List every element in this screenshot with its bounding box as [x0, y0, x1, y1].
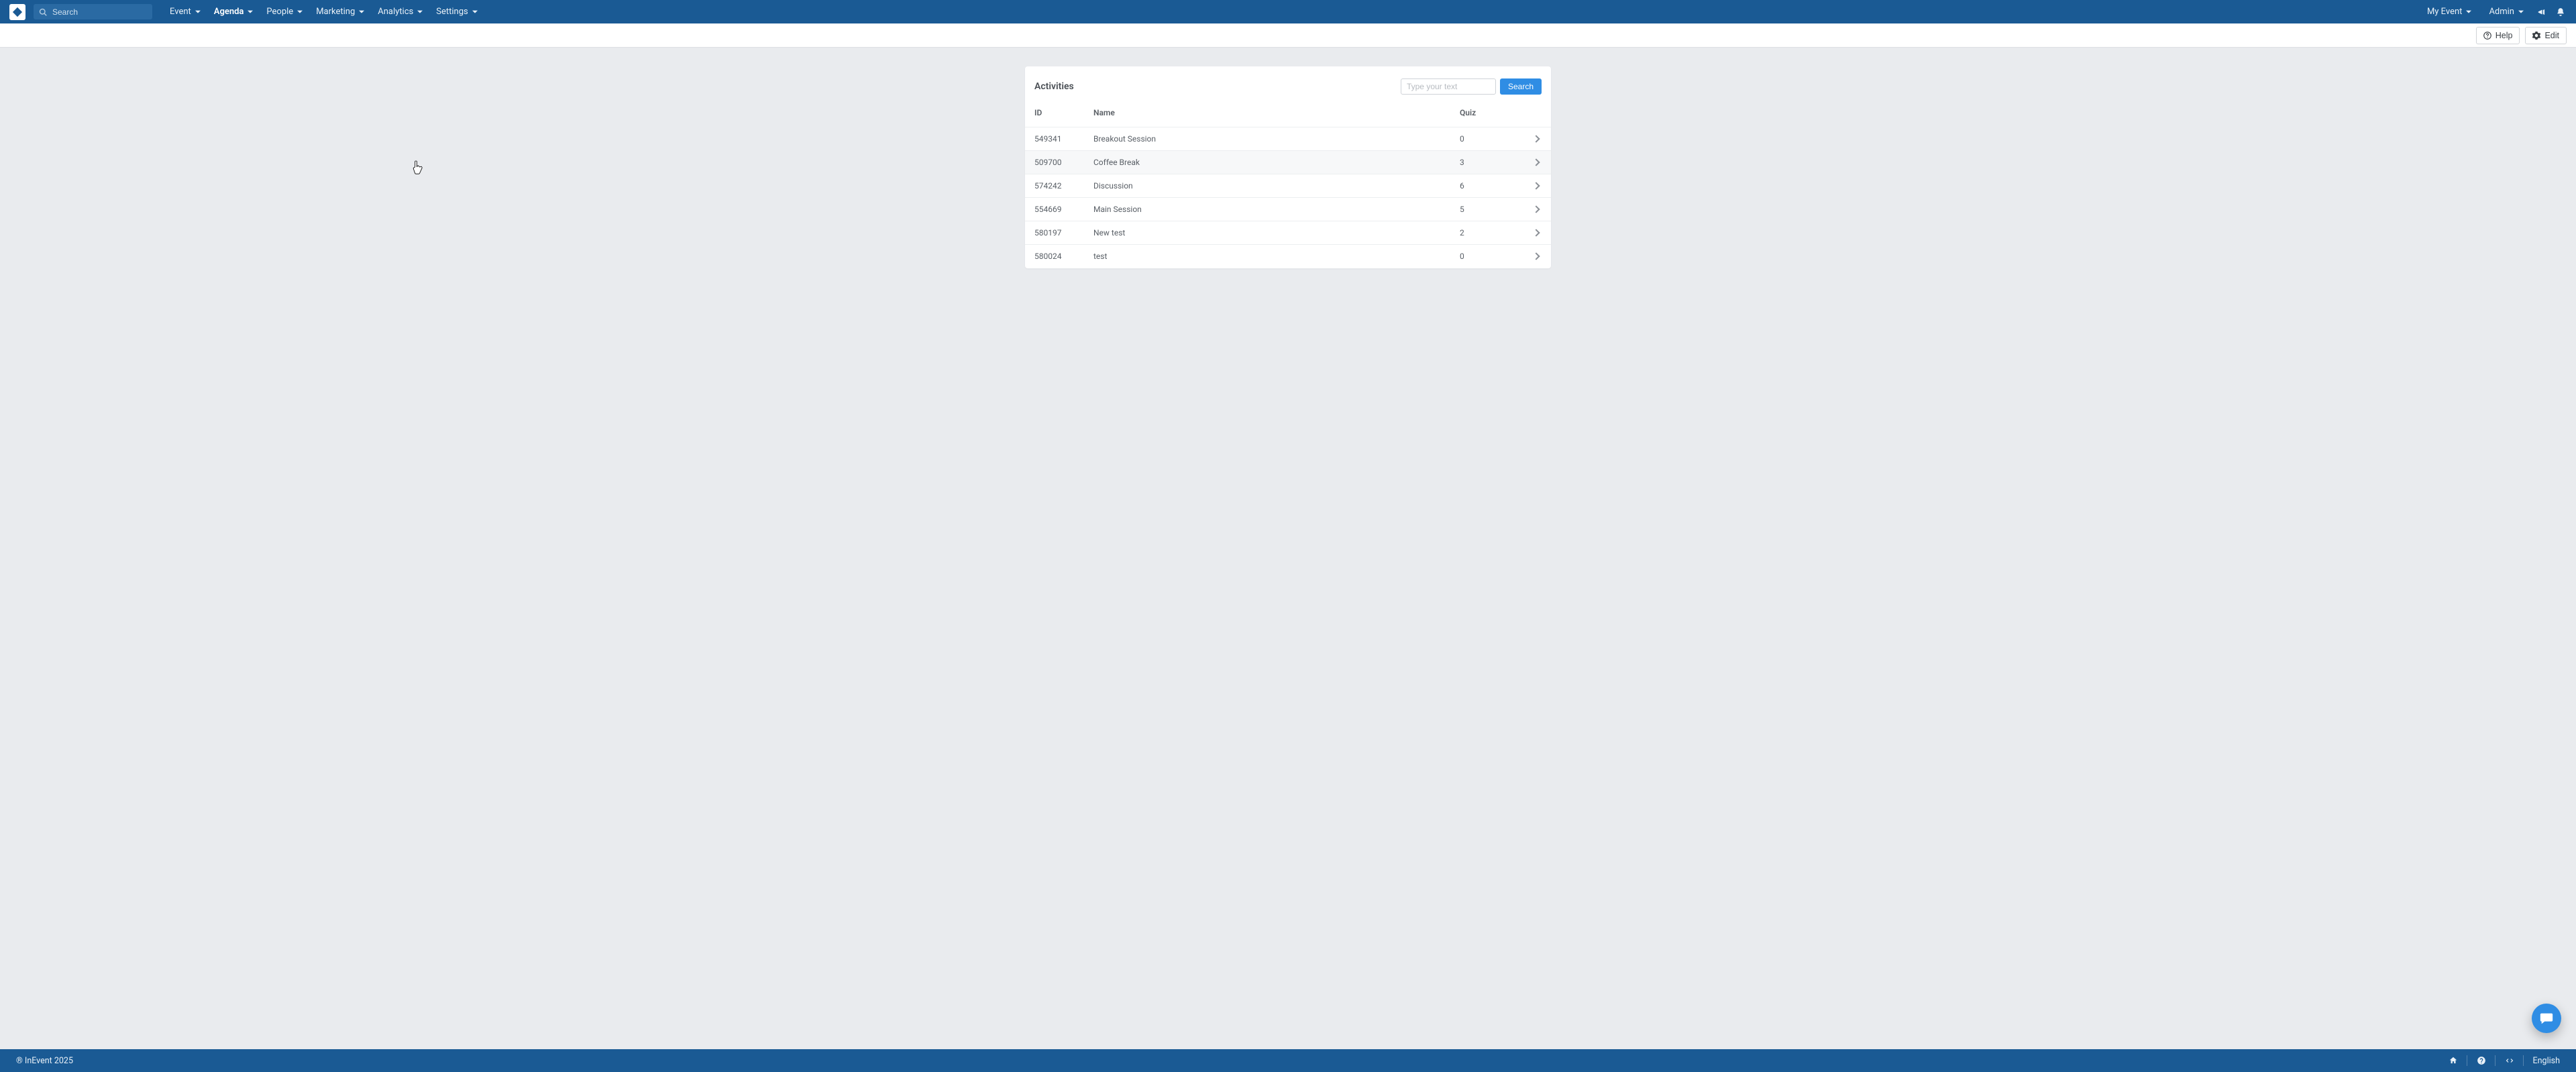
- table-row[interactable]: 580024 test 0: [1025, 245, 1551, 268]
- nav-item-marketing[interactable]: Marketing: [309, 0, 371, 23]
- cell-quiz: 0: [1450, 127, 1524, 151]
- chat-launcher[interactable]: [2532, 1004, 2561, 1033]
- chevron-right-icon: [1532, 253, 1540, 260]
- nav-item-label: Event: [170, 7, 191, 17]
- nav-items: Event Agenda People Marketing Analytics …: [163, 0, 484, 23]
- cell-id: 580197: [1025, 221, 1084, 245]
- table-row[interactable]: 580197 New test 2: [1025, 221, 1551, 245]
- activities-search-group: Search: [1401, 78, 1542, 95]
- nav-item-agenda[interactable]: Agenda: [207, 0, 260, 23]
- global-search-wrap: [34, 4, 152, 19]
- nav-right: My Event Admin: [2422, 0, 2567, 23]
- cell-id: 509700: [1025, 151, 1084, 174]
- nav-item-label: Agenda: [214, 7, 244, 17]
- nav-item-label: Analytics: [378, 7, 413, 17]
- chevron-down-icon: [297, 9, 303, 15]
- activities-table: ID Name Quiz 549341 Breakout Session 0 5…: [1025, 100, 1551, 268]
- cell-quiz: 0: [1450, 245, 1524, 268]
- main-content: Activities Search ID Name Quiz 549341 Br…: [0, 48, 2576, 1049]
- admin-dropdown[interactable]: Admin: [2483, 0, 2529, 23]
- announcements-icon[interactable]: [2536, 6, 2548, 18]
- chevron-down-icon: [359, 9, 364, 15]
- cell-id: 574242: [1025, 174, 1084, 198]
- logo-mark: [13, 7, 22, 16]
- activities-header-row: ID Name Quiz: [1025, 100, 1551, 127]
- global-search-input[interactable]: [34, 4, 152, 19]
- cell-name: Coffee Break: [1084, 151, 1450, 174]
- help-icon: [2483, 32, 2491, 40]
- home-icon[interactable]: [2449, 1056, 2458, 1065]
- gear-icon: [2532, 32, 2540, 40]
- chevron-right-icon: [1532, 182, 1540, 189]
- footer-icons: [2449, 1056, 2514, 1065]
- language-switcher[interactable]: English: [2533, 1056, 2560, 1066]
- table-row[interactable]: 549341 Breakout Session 0: [1025, 127, 1551, 151]
- nav-item-label: Settings: [436, 7, 468, 17]
- cell-id: 580024: [1025, 245, 1084, 268]
- cell-quiz: 5: [1450, 198, 1524, 221]
- table-row[interactable]: 574242 Discussion 6: [1025, 174, 1551, 198]
- chevron-right-icon: [1532, 205, 1540, 213]
- row-arrow: [1524, 174, 1551, 198]
- cell-id: 554669: [1025, 198, 1084, 221]
- top-nav: Event Agenda People Marketing Analytics …: [0, 0, 2576, 23]
- cell-name: Discussion: [1084, 174, 1450, 198]
- cell-name: Main Session: [1084, 198, 1450, 221]
- cell-name: test: [1084, 245, 1450, 268]
- my-event-dropdown[interactable]: My Event: [2422, 0, 2477, 23]
- chevron-down-icon: [2466, 9, 2471, 15]
- footer-copyright: ® InEvent 2025: [16, 1056, 73, 1066]
- chevron-right-icon: [1532, 135, 1540, 142]
- logo[interactable]: [9, 4, 25, 20]
- nav-item-settings[interactable]: Settings: [429, 0, 484, 23]
- notifications-icon[interactable]: [2555, 6, 2567, 18]
- cell-name: New test: [1084, 221, 1450, 245]
- code-icon[interactable]: [2505, 1056, 2514, 1065]
- row-arrow: [1524, 245, 1551, 268]
- help-label: Help: [2496, 31, 2513, 40]
- table-row[interactable]: 554669 Main Session 5: [1025, 198, 1551, 221]
- cell-name: Breakout Session: [1084, 127, 1450, 151]
- chat-icon: [2539, 1011, 2554, 1026]
- row-arrow: [1524, 198, 1551, 221]
- table-row[interactable]: 509700 Coffee Break 3: [1025, 151, 1551, 174]
- sub-toolbar: Help Edit: [0, 23, 2576, 48]
- column-name: Name: [1084, 100, 1450, 127]
- activities-card: Activities Search ID Name Quiz 549341 Br…: [1025, 66, 1551, 268]
- chevron-down-icon: [2518, 9, 2524, 15]
- chevron-down-icon: [417, 9, 423, 15]
- cell-quiz: 2: [1450, 221, 1524, 245]
- cell-quiz: 6: [1450, 174, 1524, 198]
- admin-label: Admin: [2489, 7, 2514, 17]
- row-arrow: [1524, 127, 1551, 151]
- cell-id: 549341: [1025, 127, 1084, 151]
- row-arrow: [1524, 151, 1551, 174]
- my-event-label: My Event: [2427, 7, 2463, 17]
- chevron-right-icon: [1532, 229, 1540, 236]
- row-arrow: [1524, 221, 1551, 245]
- edit-button[interactable]: Edit: [2525, 27, 2567, 44]
- nav-item-analytics[interactable]: Analytics: [371, 0, 429, 23]
- column-id: ID: [1025, 100, 1084, 127]
- nav-item-label: People: [266, 7, 293, 17]
- help-button[interactable]: Help: [2476, 27, 2520, 44]
- cell-quiz: 3: [1450, 151, 1524, 174]
- chevron-down-icon: [248, 9, 253, 15]
- edit-label: Edit: [2544, 31, 2559, 40]
- nav-item-event[interactable]: Event: [163, 0, 207, 23]
- chevron-down-icon: [195, 9, 201, 15]
- activities-search-input[interactable]: [1401, 78, 1496, 95]
- chevron-down-icon: [472, 9, 478, 15]
- activities-title: Activities: [1034, 81, 1074, 92]
- footer: ® InEvent 2025 English: [0, 1049, 2576, 1072]
- column-arrow: [1524, 100, 1551, 127]
- chevron-right-icon: [1532, 158, 1540, 166]
- help-icon[interactable]: [2477, 1056, 2486, 1065]
- activities-card-header: Activities Search: [1025, 66, 1551, 100]
- nav-item-people[interactable]: People: [260, 0, 309, 23]
- activities-search-button[interactable]: Search: [1500, 78, 1542, 95]
- column-quiz: Quiz: [1450, 100, 1524, 127]
- nav-item-label: Marketing: [316, 7, 355, 17]
- search-icon: [39, 8, 47, 16]
